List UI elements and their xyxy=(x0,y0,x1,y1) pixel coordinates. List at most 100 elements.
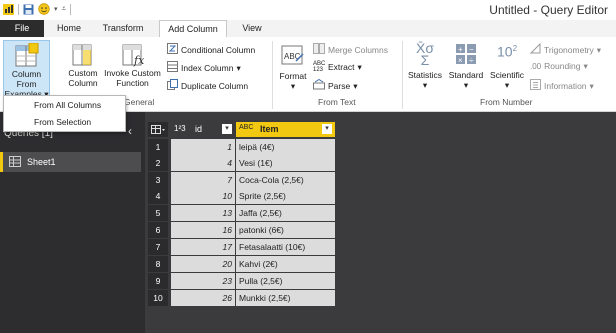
scientific-button[interactable]: 102 Scientific ▾ xyxy=(487,40,527,96)
column-header-item-label: Item xyxy=(260,124,279,134)
cell-item[interactable]: patonki (6€) xyxy=(236,222,335,238)
smiley-feedback-icon[interactable] xyxy=(38,3,50,15)
invoke-custom-function-label-2: Function xyxy=(116,78,149,88)
row-number: 10 xyxy=(148,290,168,306)
parse-label: Parse xyxy=(328,80,351,91)
table-row: 4 10 Sprite (2,5€) xyxy=(148,188,335,204)
group-label-from-number: From Number xyxy=(480,97,533,107)
menu-item-from-all-columns[interactable]: From All Columns xyxy=(34,100,101,110)
table-row: 6 16 patonki (6€) xyxy=(148,222,335,238)
custom-column-button[interactable]: Custom Column xyxy=(65,40,101,96)
chevron-down-icon: ▾ xyxy=(596,44,602,55)
filter-dropdown-icon[interactable]: ▾ xyxy=(222,124,232,134)
table-row: 1 1 leipä (4€) xyxy=(148,139,335,155)
rounding-label: Rounding xyxy=(544,61,581,71)
cell-item[interactable]: leipä (4€) xyxy=(236,139,335,155)
column-from-examples-label-1: Column From xyxy=(11,69,42,89)
information-button[interactable]: Information ▾ xyxy=(530,79,594,93)
chevron-down-icon[interactable]: ▾ xyxy=(54,5,58,13)
information-label: Information xyxy=(544,80,587,91)
tab-home[interactable]: Home xyxy=(54,20,84,37)
tab-transform[interactable]: Transform xyxy=(97,20,149,37)
data-preview-area: 1²3 id ▾ ABC Item ▾ 1 1 leipä (4€) 2 4 V… xyxy=(145,112,616,333)
filter-dropdown-icon[interactable]: ▾ xyxy=(322,124,332,134)
cell-id[interactable]: 7 xyxy=(171,172,235,188)
extract-label: Extract xyxy=(328,61,355,72)
cell-id[interactable]: 13 xyxy=(171,205,235,221)
merge-columns-button[interactable]: Merge Columns xyxy=(313,43,388,57)
app-logo-icon xyxy=(3,3,14,15)
column-from-examples-icon xyxy=(14,42,40,69)
table-menu-button[interactable] xyxy=(148,122,168,137)
cell-id[interactable]: 26 xyxy=(171,290,235,306)
scientific-label: Scientific xyxy=(489,70,524,80)
rounding-button[interactable]: .00 Rounding ▾ xyxy=(530,61,588,72)
qat-separator xyxy=(18,3,19,15)
cell-id[interactable]: 1 xyxy=(171,139,235,155)
cell-id[interactable]: 16 xyxy=(171,222,235,238)
ribbon-separator xyxy=(402,41,403,109)
column-header-item[interactable]: ABC Item ▾ xyxy=(236,122,335,137)
cell-id[interactable]: 23 xyxy=(171,273,235,289)
row-number: 9 xyxy=(148,273,168,289)
chevron-down-icon: ▾ xyxy=(583,61,588,71)
cell-item[interactable]: Munkki (2,5€) xyxy=(236,290,335,306)
tab-add-column[interactable]: Add Column xyxy=(159,20,227,38)
save-icon[interactable] xyxy=(23,4,34,15)
quick-access-toolbar: ▾ ⩡ xyxy=(3,3,72,15)
chevron-down-icon: ▾ xyxy=(422,80,428,90)
svg-text:+: + xyxy=(458,45,463,54)
custom-column-label-2: Column xyxy=(68,78,98,88)
format-icon: ABC xyxy=(281,43,305,67)
menu-item-from-selection[interactable]: From Selection xyxy=(34,117,91,127)
merge-columns-icon xyxy=(313,43,325,57)
cell-id[interactable]: 4 xyxy=(171,155,235,171)
parse-button[interactable]: Parse ▾ xyxy=(313,78,358,93)
format-button[interactable]: ABC Format ▾ xyxy=(277,40,309,96)
type-text-icon: ABC xyxy=(239,124,253,131)
format-label: Format xyxy=(279,71,307,81)
tab-file[interactable]: File xyxy=(0,20,44,37)
query-item-sheet1[interactable]: Sheet1 xyxy=(0,152,141,172)
triangle-icon xyxy=(529,42,541,57)
row-number: 6 xyxy=(148,222,168,238)
cell-item[interactable]: Fetasalaatti (10€) xyxy=(236,239,335,255)
row-number: 1 xyxy=(148,139,168,155)
svg-text:fx: fx xyxy=(133,54,145,67)
cell-id[interactable]: 20 xyxy=(171,256,235,272)
chevron-down-icon: ▾ xyxy=(290,81,296,91)
table-row: 3 7 Coca-Cola (2,5€) xyxy=(148,172,335,188)
cell-item[interactable]: Sprite (2,5€) xyxy=(236,188,335,204)
column-header-id[interactable]: 1²3 id ▾ xyxy=(171,122,235,137)
index-column-button[interactable]: Index Column ▾ xyxy=(167,61,241,75)
row-number: 3 xyxy=(148,172,168,188)
table-row: 7 17 Fetasalaatti (10€) xyxy=(148,239,335,255)
cell-item[interactable]: Vesi (1€) xyxy=(236,155,335,171)
cell-item[interactable]: Coca-Cola (2,5€) xyxy=(236,172,335,188)
query-name: Sheet1 xyxy=(27,157,56,167)
tab-view[interactable]: View xyxy=(237,20,267,37)
invoke-custom-function-button[interactable]: fx Invoke Custom Function xyxy=(101,40,164,96)
cell-item[interactable]: Jaffa (2,5€) xyxy=(236,205,335,221)
cell-id[interactable]: 17 xyxy=(171,239,235,255)
standard-operators-icon: + − × ÷ xyxy=(455,43,477,65)
cell-item[interactable]: Kahvi (2€) xyxy=(236,256,335,272)
invoke-custom-function-label-1: Invoke Custom xyxy=(104,68,161,78)
rounding-icon: .00 xyxy=(530,62,542,71)
cell-id[interactable]: 10 xyxy=(171,188,235,204)
extract-button[interactable]: ABC 123 Extract ▾ xyxy=(313,61,362,73)
column-from-examples-button[interactable]: Column From Examples ▾ xyxy=(3,40,50,99)
customize-qat-icon[interactable]: ⩡ xyxy=(62,4,67,14)
trigonometry-button[interactable]: Trigonometry ▾ xyxy=(529,42,602,57)
cell-item[interactable]: Pulla (2,5€) xyxy=(236,273,335,289)
table-row: 2 4 Vesi (1€) xyxy=(148,155,335,171)
statistics-button[interactable]: X̄σ Σ Statistics ▾ xyxy=(405,40,445,96)
conditional-column-button[interactable]: Conditional Column xyxy=(167,43,255,57)
collapse-pane-icon[interactable]: ‹ xyxy=(128,124,132,138)
standard-button[interactable]: + − × ÷ Standard ▾ xyxy=(446,40,486,96)
type-text-icon-text: ABC xyxy=(239,124,254,131)
svg-text:÷: ÷ xyxy=(469,56,474,65)
duplicate-column-button[interactable]: Duplicate Column xyxy=(167,79,248,93)
power-icon-exponent: 2 xyxy=(512,44,518,53)
chevron-down-icon: ▾ xyxy=(463,80,469,90)
